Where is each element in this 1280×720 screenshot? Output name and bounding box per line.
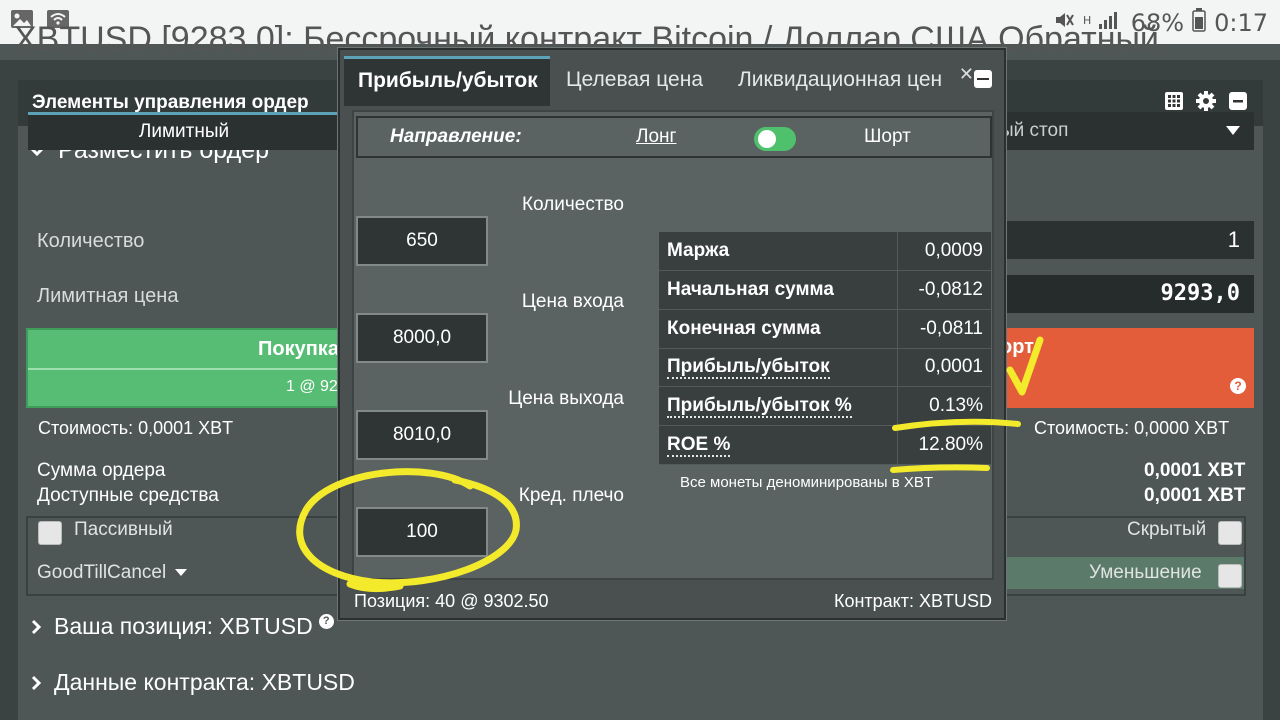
buy-button[interactable]: Покупка 1 @ 92 — [26, 328, 342, 408]
tab-target-price[interactable]: Целевая цена — [566, 56, 726, 106]
section-your-position[interactable]: Ваша позиция: XBTUSD ? — [30, 613, 334, 640]
table-row: Маржа 0,0009 — [659, 232, 991, 272]
order-sum-label: Сумма ордера — [37, 460, 166, 481]
denomination-note: Все монеты деноминированы в XBT — [680, 474, 934, 491]
available-funds-value: 0,0001 XBT — [1144, 485, 1246, 506]
reduce-only-checkbox[interactable] — [1218, 564, 1242, 588]
cost-buy: Стоимость: 0,0001 XBT — [38, 418, 234, 438]
contract-footer: Контракт: XBTUSD — [833, 591, 992, 611]
result-value: -0,0811 — [896, 309, 991, 349]
exit-price-field[interactable]: 8010,0 — [356, 410, 488, 460]
section-contract-details-label: Данные контракта: XBTUSD — [54, 669, 355, 695]
quantity-field[interactable]: 650 — [356, 216, 488, 266]
passive-checkbox[interactable] — [38, 521, 62, 545]
buy-button-label: Покупка — [258, 338, 339, 360]
order-controls-title: Элементы управления ордер — [32, 92, 309, 113]
section-contract-details[interactable]: Данные контракта: XBTUSD — [30, 669, 355, 696]
chevron-right-icon — [31, 619, 42, 634]
result-label: Прибыль/убыток % — [659, 386, 897, 426]
caret-down-icon — [175, 569, 188, 577]
exit-price-label: Цена выхода — [508, 388, 624, 409]
table-row: Конечная сумма -0,0811 — [659, 309, 991, 349]
result-label: Начальная сумма — [659, 270, 897, 310]
tab-liquidation-price[interactable]: Ликвидационная цен — [738, 56, 964, 106]
result-label: Маржа — [659, 232, 897, 272]
direction-toggle[interactable] — [754, 127, 796, 151]
result-value: 0,0009 — [896, 232, 991, 272]
quantity-label: Количество — [37, 230, 145, 252]
caret-down-icon — [1226, 126, 1240, 135]
section-your-position-label: Ваша позиция: XBTUSD — [54, 613, 313, 639]
hidden-label: Скрытый — [1127, 519, 1207, 540]
result-label: Прибыль/убыток — [659, 348, 897, 388]
help-icon[interactable]: ? — [318, 614, 334, 629]
result-label-text: Прибыль/убыток % — [667, 395, 852, 419]
limit-price-label: Лимитная цена — [37, 285, 179, 307]
calculator-icon[interactable] — [1163, 90, 1185, 112]
entry-price-field[interactable]: 8000,0 — [356, 313, 488, 363]
order-type-select-value: ый стоп — [1000, 120, 1069, 141]
minimize-icon[interactable] — [1227, 90, 1249, 112]
leverage-field[interactable]: 100 — [356, 507, 488, 557]
result-value: 12.80% — [896, 425, 991, 465]
table-row: ROE % 12.80% — [659, 425, 991, 465]
buy-button-summary: 1 @ 92 — [286, 378, 338, 395]
tab-profit-loss[interactable]: Прибыль/убыток — [344, 56, 550, 106]
result-value: -0,0812 — [896, 270, 991, 310]
quantity-input[interactable]: 1 — [1000, 221, 1254, 259]
direction-long-option[interactable]: Лонг — [636, 126, 676, 148]
time-in-force-select[interactable]: GoodTillCancel — [37, 562, 188, 584]
sell-button[interactable]: орт ? — [1000, 328, 1254, 408]
order-type-limit-tab[interactable]: Лимитный — [28, 112, 340, 150]
entry-price-label: Цена входа — [521, 291, 624, 312]
result-label-text: Прибыль/убыток — [667, 356, 830, 380]
result-value: 0,0001 — [896, 348, 991, 388]
calculator-tabs: Прибыль/убыток Целевая цена Ликвидационн… — [344, 56, 1002, 106]
time-in-force-value: GoodTillCancel — [37, 562, 167, 583]
buy-button-divider — [28, 368, 340, 370]
quantity-field-label: Количество — [521, 194, 624, 215]
table-row: Прибыль/убыток % 0.13% — [659, 386, 991, 426]
position-footer: Позиция: 40 @ 9302.50 — [354, 591, 549, 611]
result-label: Конечная сумма — [659, 309, 897, 349]
direction-row: Направление: Лонг Шорт — [356, 116, 992, 158]
calculator-body: Направление: Лонг Шорт Количество 650 Це… — [352, 110, 994, 580]
result-value: 0.13% — [896, 386, 991, 426]
calculator-dialog: Прибыль/убыток Целевая цена Ликвидационн… — [338, 48, 1006, 620]
reduce-only-label: Уменьшение — [1089, 562, 1202, 583]
order-type-select[interactable]: ый стоп — [1000, 112, 1254, 150]
order-sum-value: 0,0001 XBT — [1144, 460, 1246, 481]
result-label: ROE % — [659, 425, 897, 465]
chevron-right-icon — [31, 675, 42, 690]
minimize-icon[interactable] — [974, 70, 992, 88]
help-icon[interactable]: ? — [1230, 378, 1246, 394]
table-row: Прибыль/убыток 0,0001 — [659, 348, 991, 388]
close-icon[interactable]: ✕ — [959, 64, 974, 85]
table-row: Начальная сумма -0,0812 — [659, 270, 991, 310]
results-table: Маржа 0,0009 Начальная сумма -0,0812 Кон… — [659, 232, 991, 465]
gear-icon[interactable] — [1195, 90, 1217, 112]
limit-price-input[interactable]: 9293,0 — [1000, 275, 1254, 313]
cost-sell: Стоимость: 0,0000 XBT — [1034, 418, 1230, 438]
available-funds-label: Доступные средства — [37, 485, 219, 506]
leverage-label: Кред. плечо — [518, 485, 624, 506]
result-label-text: ROE % — [667, 433, 731, 457]
passive-label: Пассивный — [74, 519, 173, 540]
direction-label: Направление: — [390, 126, 522, 147]
direction-short-option[interactable]: Шорт — [864, 126, 911, 148]
hidden-checkbox[interactable] — [1218, 521, 1242, 545]
